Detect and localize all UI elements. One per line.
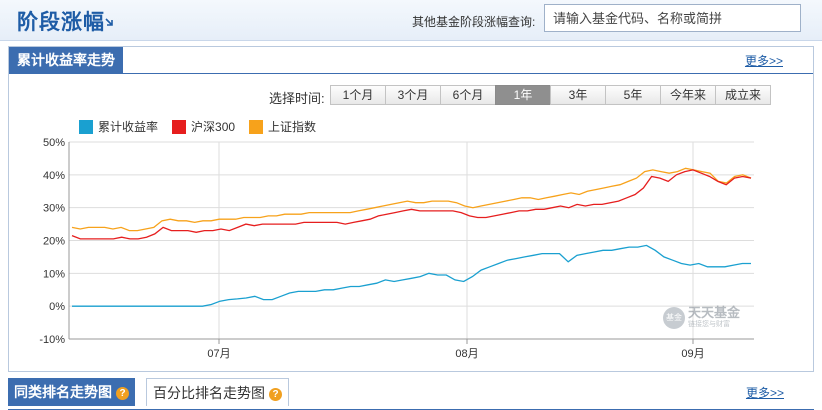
fund-search-input[interactable]: [544, 4, 801, 32]
watermark-logo: 基金 天天基金 链接您与财富: [663, 306, 740, 329]
logo-text: 天天基金: [688, 305, 741, 320]
x-tick-label: 07月: [207, 348, 230, 360]
rank-tabs: 同类排名走势图? 百分比排名走势图? 更多>>: [8, 378, 814, 410]
page-header: 阶段涨幅 其他基金阶段涨幅查询:: [0, 0, 822, 41]
x-tick-label: 08月: [455, 348, 478, 360]
logo-badge: 基金: [663, 306, 685, 329]
y-tick-label: 50%: [43, 137, 65, 149]
y-tick-label: 10%: [43, 268, 65, 280]
tab-peer-ranking-label: 同类排名走势图: [14, 384, 112, 400]
cumulative-return-panel: 累计收益率走势 更多>> 选择时间: 1个月 3个月 6个月 1年 3年 5年 今年来 成立来…: [8, 46, 814, 372]
more-link-ranking[interactable]: 更多>>: [746, 384, 784, 401]
page-title: 阶段涨幅: [17, 11, 105, 34]
tab-percentile-ranking-label: 百分比排名走势图: [153, 385, 265, 401]
y-tick-label: 30%: [43, 203, 65, 215]
y-tick-label: 0%: [49, 301, 65, 313]
logo-subtext: 链接您与财富: [688, 321, 730, 328]
tab-percentile-ranking[interactable]: 百分比排名走势图?: [146, 378, 289, 406]
x-tick-label: 09月: [681, 348, 704, 360]
y-tick-label: 40%: [43, 170, 65, 182]
help-icon[interactable]: ?: [269, 387, 282, 401]
tab-peer-ranking[interactable]: 同类排名走势图?: [8, 378, 135, 406]
arrow-down-right-icon: [105, 18, 113, 26]
series-line-2: [71, 167, 752, 232]
y-tick-label: -10%: [39, 334, 65, 346]
series-line-0: [72, 244, 751, 307]
y-tick-label: 20%: [43, 236, 65, 248]
series-line-1: [71, 169, 752, 240]
help-icon[interactable]: ?: [116, 386, 129, 400]
search-label: 其他基金阶段涨幅查询:: [412, 15, 536, 29]
